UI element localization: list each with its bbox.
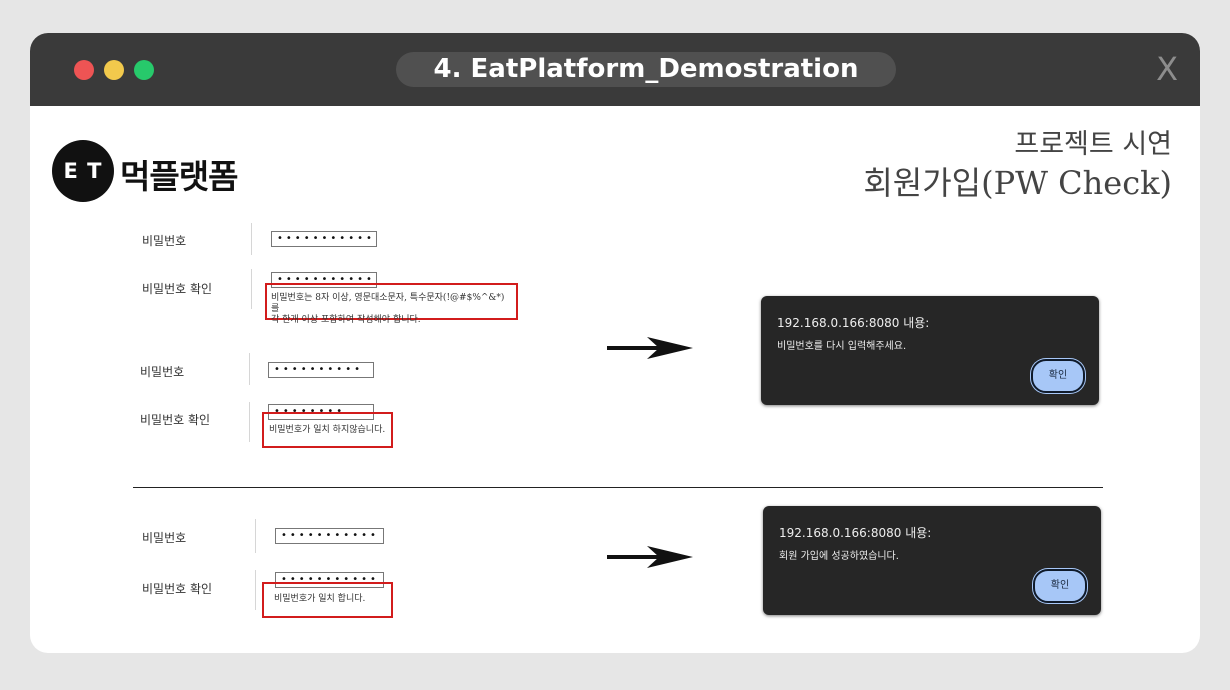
password-label: 비밀번호 — [142, 234, 187, 248]
slide-content: E T 먹플랫폼 프로젝트 시연 회원가입(PW Check) 비밀번호 •••… — [30, 106, 1200, 653]
dialog-title: 192.168.0.166:8080 내용: — [777, 316, 930, 330]
divider — [255, 570, 256, 610]
password-confirm-label: 비밀번호 확인 — [142, 282, 213, 296]
close-window-button[interactable] — [74, 60, 94, 80]
password-label: 비밀번호 — [140, 365, 185, 379]
divider — [255, 519, 256, 553]
window-title: 4. EatPlatform_Demostration — [396, 52, 896, 87]
password-rule-message: 비밀번호는 8자 이상, 영문대소문자, 특수문자(!@#$%^&*)를 각 한… — [271, 293, 511, 326]
message-line-1: 비밀번호는 8자 이상, 영문대소문자, 특수문자(!@#$%^&*)를 — [271, 293, 505, 314]
minimize-window-button[interactable] — [104, 60, 124, 80]
heading-line-2: 회원가입(PW Check) — [863, 164, 1172, 202]
presentation-window: 4. EatPlatform_Demostration X E T 먹플랫폼 프… — [30, 33, 1200, 653]
message-line-2: 각 한개 이상 포함하여 작성해야 합니다. — [271, 315, 421, 325]
password-input[interactable]: •••••••••• — [268, 362, 374, 378]
password-confirm-label: 비밀번호 확인 — [142, 582, 213, 596]
arrow-right-icon — [607, 546, 693, 568]
title-bar: 4. EatPlatform_Demostration X — [30, 33, 1200, 106]
logo-badge: E T — [52, 140, 114, 202]
password-input[interactable]: ••••••••••• — [271, 231, 377, 247]
password-confirm-label: 비밀번호 확인 — [140, 413, 211, 427]
maximize-window-button[interactable] — [134, 60, 154, 80]
divider — [251, 269, 252, 309]
password-mismatch-message: 비밀번호가 일치 하지않습니다. — [269, 425, 386, 435]
dialog-message: 비밀번호를 다시 입력해주세요. — [777, 341, 907, 352]
password-label: 비밀번호 — [142, 531, 187, 545]
section-divider — [133, 487, 1103, 488]
divider — [249, 402, 250, 442]
dialog-message: 회원 가입에 성공하였습니다. — [779, 551, 899, 562]
slide-heading: 프로젝트 시연 회원가입(PW Check) — [863, 128, 1172, 204]
confirm-button[interactable]: 확인 — [1033, 569, 1087, 603]
confirm-button[interactable]: 확인 — [1031, 359, 1085, 393]
alert-dialog: 192.168.0.166:8080 내용: 회원 가입에 성공하였습니다. 확… — [763, 506, 1101, 615]
alert-dialog: 192.168.0.166:8080 내용: 비밀번호를 다시 입력해주세요. … — [761, 296, 1099, 405]
divider — [251, 223, 252, 255]
dialog-title: 192.168.0.166:8080 내용: — [779, 526, 932, 540]
heading-line-1: 프로젝트 시연 — [1014, 129, 1172, 160]
divider — [249, 353, 250, 385]
arrow-right-icon — [607, 337, 693, 359]
logo-name: 먹플랫폼 — [120, 157, 238, 196]
password-input[interactable]: ••••••••••• — [275, 528, 384, 544]
close-icon[interactable]: X — [1156, 51, 1178, 87]
password-match-message: 비밀번호가 일치 합니다. — [274, 594, 366, 604]
